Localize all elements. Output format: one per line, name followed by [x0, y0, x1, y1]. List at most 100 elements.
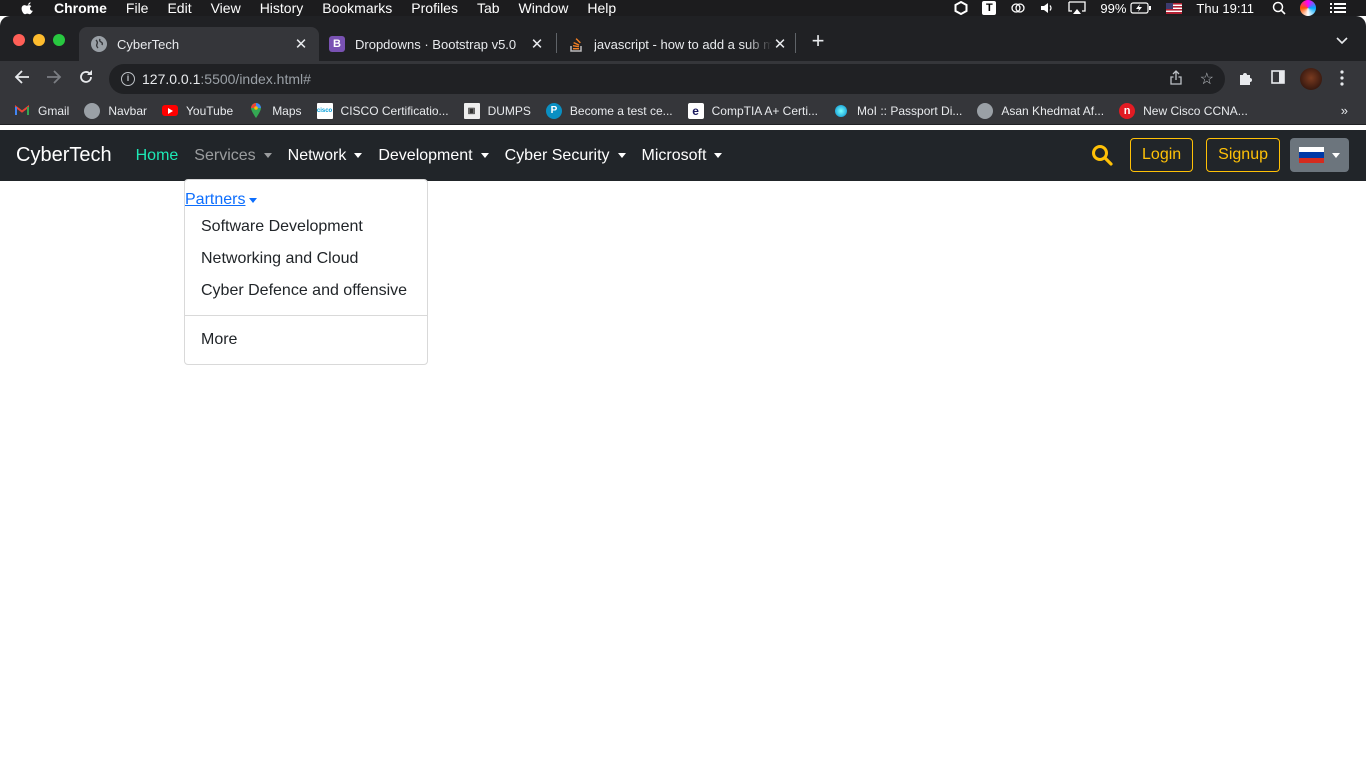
caret-down-icon [714, 153, 723, 158]
menu-help[interactable]: Help [587, 0, 616, 16]
bookmark-netacad[interactable]: n New Cisco CCNA... [1119, 102, 1248, 119]
nav-label: Network [287, 146, 347, 164]
globe-icon [91, 36, 107, 52]
nav-development-dropdown[interactable]: Development [378, 147, 489, 165]
nav-cyber-security-dropdown[interactable]: Cyber Security [505, 147, 626, 165]
nav-network-dropdown[interactable]: Network [288, 147, 363, 165]
globe-icon [977, 102, 994, 119]
bookmark-cisco[interactable]: cisco CISCO Certificatio... [316, 102, 449, 119]
tab-search-chevron-icon[interactable] [1336, 34, 1348, 48]
close-tab-icon[interactable]: ✕ [772, 35, 788, 53]
dropdown-item-cyber-defence[interactable]: Cyber Defence and offensive [201, 282, 407, 300]
spotlight-search-icon[interactable] [1272, 1, 1286, 15]
window-close-button[interactable] [13, 34, 25, 46]
extensions-puzzle-icon[interactable] [1238, 70, 1254, 90]
tab-cybertech[interactable]: CyberTech ✕ [79, 27, 319, 61]
tab-title: javascript - how to add a sub m [594, 36, 772, 52]
bookmark-youtube[interactable]: YouTube [162, 104, 233, 118]
bookmark-label: Gmail [38, 103, 70, 118]
bookmark-passport[interactable]: MoI :: Passport Di... [833, 103, 962, 119]
bookmark-label: Navbar [108, 103, 148, 118]
dropdown-item-more[interactable]: More [201, 331, 237, 349]
caret-down-icon [480, 153, 489, 158]
pearson-icon: P [545, 102, 562, 119]
menu-app-name[interactable]: Chrome [54, 0, 107, 16]
dumps-icon: ▣ [463, 102, 480, 119]
nav-services-dropdown[interactable]: Services [194, 146, 272, 165]
side-panel-icon[interactable] [1271, 70, 1285, 88]
bookmark-asan-khedmat[interactable]: Asan Khedmat Af... [977, 102, 1105, 119]
window-minimize-button[interactable] [33, 34, 45, 46]
menu-profiles[interactable]: Profiles [411, 0, 458, 16]
bookmark-comptia[interactable]: e CompTIA A+ Certi... [687, 102, 818, 119]
profile-avatar[interactable] [1300, 68, 1322, 90]
bookmark-dumps[interactable]: ▣ DUMPS [463, 102, 531, 119]
nav-label: Home [135, 146, 179, 164]
back-button[interactable] [12, 69, 32, 89]
menu-bookmarks[interactable]: Bookmarks [322, 0, 392, 16]
dropdown-item-software-development[interactable]: Software Development [201, 218, 363, 236]
stackoverflow-icon [568, 36, 584, 52]
menu-tab[interactable]: Tab [477, 0, 500, 16]
siri-icon[interactable] [1300, 0, 1316, 16]
volume-icon[interactable] [1040, 2, 1054, 14]
navbar-actions: Login Signup [1091, 138, 1349, 172]
nav-microsoft-dropdown[interactable]: Microsoft [642, 147, 723, 165]
window-zoom-button[interactable] [53, 34, 65, 46]
clock[interactable]: Thu 19:11 [1196, 1, 1254, 16]
forward-button[interactable] [44, 69, 64, 89]
partners-label: Partners [185, 191, 246, 208]
browser-toolbar: i 127.0.0.1:5500/index.html# ☆ [0, 61, 1366, 97]
bookmarks-bar: Gmail Navbar YouTube Maps cisco CISCO Cer… [0, 97, 1366, 125]
menu-file[interactable]: File [126, 0, 149, 16]
airplay-icon[interactable] [1068, 1, 1087, 15]
search-icon[interactable] [1091, 144, 1113, 166]
tab-bootstrap-dropdowns[interactable]: B Dropdowns · Bootstrap v5.0 ✕ [319, 27, 555, 61]
partners-submenu-toggle[interactable]: Partners [185, 191, 258, 209]
bookmark-navbar[interactable]: Navbar [84, 102, 148, 119]
share-icon[interactable] [1170, 70, 1182, 88]
us-flag-input-icon[interactable] [1166, 2, 1183, 14]
tab-title: Dropdowns · Bootstrap v5.0 [355, 36, 517, 52]
bookmark-label: Asan Khedmat Af... [1001, 103, 1105, 118]
menu-edit[interactable]: Edit [167, 0, 191, 16]
nav-home[interactable]: Home [136, 147, 179, 165]
bookmark-gmail[interactable]: Gmail [14, 103, 69, 119]
reload-button[interactable] [76, 69, 96, 89]
russia-flag-icon [1299, 147, 1324, 163]
site-navbar: CyberTech Home Services Network Developm… [0, 130, 1366, 181]
tab-stackoverflow[interactable]: javascript - how to add a sub m ✕ [558, 27, 794, 61]
comptia-icon: e [687, 102, 704, 119]
caret-down-icon [1332, 152, 1340, 158]
bookmark-pearson[interactable]: P Become a test ce... [545, 102, 673, 119]
partners-dropdown-menu: Partners Software Development Networking… [184, 179, 428, 365]
new-tab-button[interactable]: + [809, 30, 827, 52]
login-button[interactable]: Login [1130, 138, 1194, 172]
address-bar[interactable]: i 127.0.0.1:5500/index.html# ☆ [109, 64, 1225, 94]
chrome-menu-icon[interactable] [1340, 70, 1344, 90]
more-bookmarks-chevron[interactable]: » [1341, 103, 1348, 118]
signup-button[interactable]: Signup [1206, 138, 1280, 172]
bookmark-star-icon[interactable]: ☆ [1200, 69, 1214, 89]
dropdown-item-networking-cloud[interactable]: Networking and Cloud [201, 250, 358, 268]
close-tab-icon[interactable]: ✕ [293, 35, 309, 53]
youtube-icon [162, 105, 179, 116]
creative-cloud-icon[interactable] [1010, 2, 1026, 14]
hexagon-app-icon[interactable] [954, 1, 968, 15]
url-host: 127.0.0.1 [142, 71, 201, 87]
language-dropdown-button[interactable] [1290, 138, 1349, 172]
bookmark-maps[interactable]: Maps [248, 103, 302, 119]
menu-window[interactable]: Window [519, 0, 569, 16]
site-info-icon[interactable]: i [121, 72, 135, 86]
nav-label: Services [194, 146, 256, 164]
close-tab-icon[interactable]: ✕ [529, 35, 545, 53]
bootstrap-icon: B [329, 36, 345, 52]
text-app-icon[interactable]: T [982, 1, 997, 15]
battery-charging-icon[interactable] [1130, 2, 1152, 14]
menu-history[interactable]: History [260, 0, 304, 16]
apple-icon[interactable] [21, 1, 35, 15]
brand-logo[interactable]: CyberTech [16, 144, 112, 167]
bookmark-label: Maps [272, 103, 302, 118]
control-center-icon[interactable] [1330, 2, 1346, 14]
menu-view[interactable]: View [211, 0, 241, 16]
